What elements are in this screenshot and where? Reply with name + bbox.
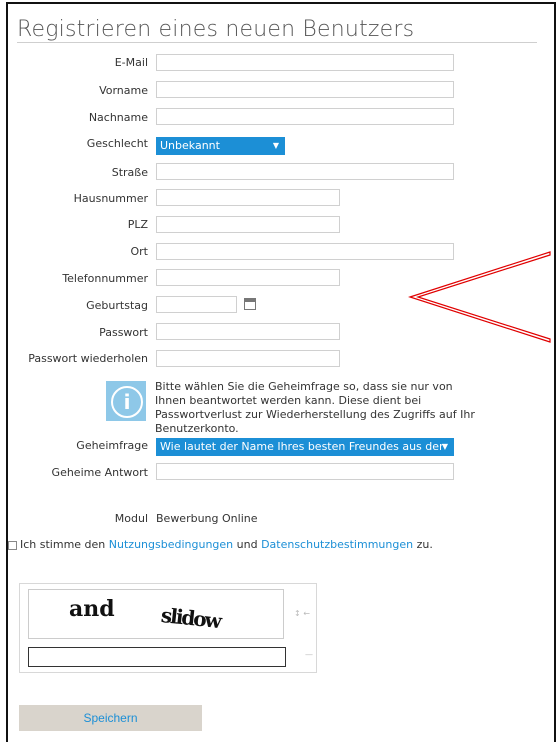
annotation-arrow [408,251,551,343]
annotation-arrow-shape [408,251,551,343]
